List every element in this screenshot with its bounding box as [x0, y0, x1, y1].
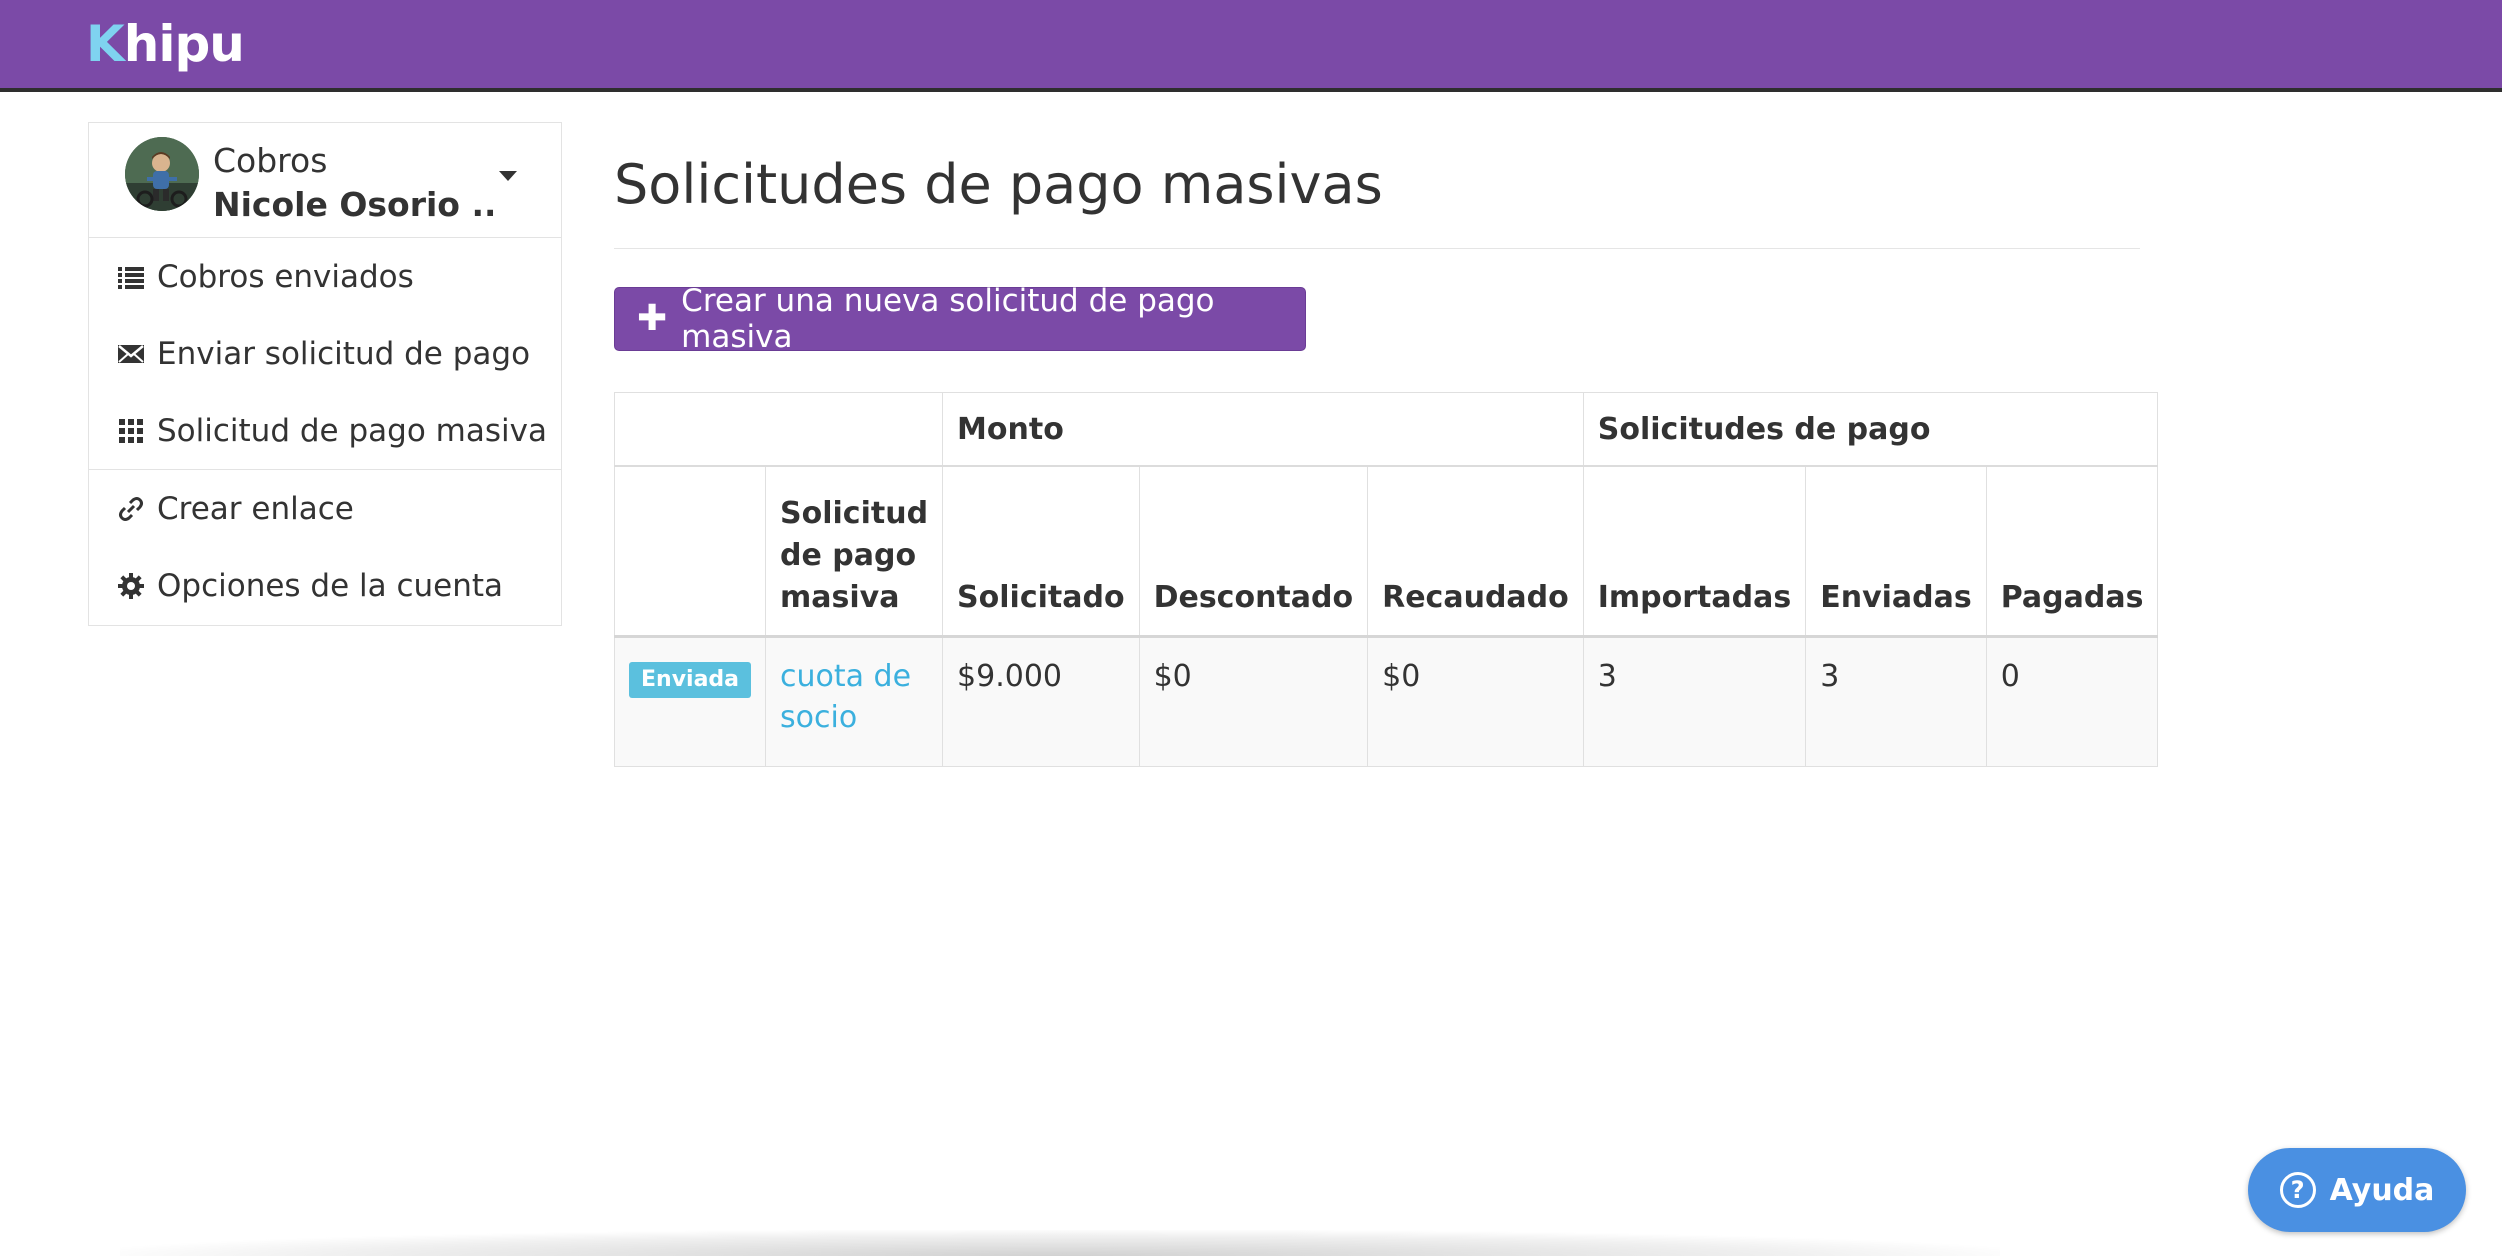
envelope-icon [115, 338, 147, 370]
bulk-request-link[interactable]: cuota de socio [780, 659, 911, 735]
sidebar: Cobros Nicole Osorio ... Cobros enviados… [88, 122, 562, 626]
sidebar-item-opciones-cuenta[interactable]: Opciones de la cuenta [89, 547, 561, 624]
enviadas-cell: 3 [1805, 636, 1987, 767]
link-icon [115, 493, 147, 525]
importadas-cell: 3 [1582, 636, 1807, 767]
group-header-monto: Monto [942, 392, 1584, 467]
sidebar-item-label: Opciones de la cuenta [157, 567, 504, 604]
plus-icon: ✚ [637, 298, 668, 339]
bulk-requests-table: Monto Solicitudes de pago Solicitud de p… [613, 392, 2159, 767]
recaudado-cell: $0 [1367, 636, 1584, 767]
page-title: Solicitudes de pago masivas [614, 153, 1383, 216]
sidebar-item-label: Cobros enviados [157, 258, 414, 295]
sidebar-item-solicitud-masiva[interactable]: Solicitud de pago masiva [89, 392, 561, 469]
column-header-solicitado: Solicitado [942, 465, 1140, 638]
page-bottom-shadow [120, 1230, 2000, 1256]
create-bulk-request-button[interactable]: ✚ Crear una nueva solicitud de pago masi… [614, 283, 1306, 355]
khipu-logo[interactable]: Khipu [86, 14, 245, 74]
name-cell: cuota de socio [765, 636, 944, 767]
column-header-importadas: Importadas [1582, 465, 1807, 638]
sidebar-item-enviar-solicitud[interactable]: Enviar solicitud de pago [89, 315, 561, 392]
help-button[interactable]: ? Ayuda [2248, 1148, 2466, 1232]
descontado-cell: $0 [1138, 636, 1369, 767]
solicitado-cell: $9.000 [942, 636, 1140, 767]
table-row[interactable]: Enviada cuota de socio $9.000 $0 $0 3 3 … [613, 636, 2159, 767]
grid-icon [115, 415, 147, 447]
status-cell: Enviada [613, 636, 767, 767]
help-label: Ayuda [2329, 1172, 2435, 1208]
divider [614, 248, 2140, 249]
chevron-down-icon[interactable] [499, 171, 517, 181]
column-header-status [613, 465, 767, 638]
table-group-header-row: Monto Solicitudes de pago [613, 392, 2159, 467]
sidebar-item-label: Enviar solicitud de pago [157, 335, 531, 372]
column-header-descontado: Descontado [1138, 465, 1369, 638]
list-icon [115, 261, 147, 293]
account-switcher[interactable]: Cobros Nicole Osorio ... [89, 123, 561, 238]
column-header-solicitud: Solicitud de pago masiva [765, 465, 944, 638]
sidebar-item-label: Crear enlace [157, 490, 354, 527]
group-header-solicitudes: Solicitudes de pago [1582, 392, 2159, 467]
question-icon: ? [2279, 1172, 2316, 1208]
column-header-enviadas: Enviadas [1805, 465, 1987, 638]
avatar [125, 137, 199, 211]
column-header-pagadas: Pagadas [1985, 465, 2159, 638]
status-badge: Enviada [629, 662, 752, 698]
table-header-row: Solicitud de pago masiva Solicitado Desc… [613, 465, 2159, 638]
pagadas-cell: 0 [1985, 636, 2159, 767]
group-header-empty [613, 392, 944, 467]
account-app-label: Cobros [213, 141, 328, 180]
column-header-recaudado: Recaudado [1367, 465, 1584, 638]
account-user-name: Nicole Osorio ... [213, 185, 493, 224]
sidebar-item-cobros-enviados[interactable]: Cobros enviados [89, 238, 561, 315]
sidebar-item-crear-enlace[interactable]: Crear enlace [89, 470, 561, 547]
gear-icon [115, 570, 147, 602]
sidebar-item-label: Solicitud de pago masiva [157, 412, 547, 449]
top-navbar: Khipu [0, 0, 2502, 92]
create-button-label: Crear una nueva solicitud de pago masiva [681, 283, 1215, 355]
